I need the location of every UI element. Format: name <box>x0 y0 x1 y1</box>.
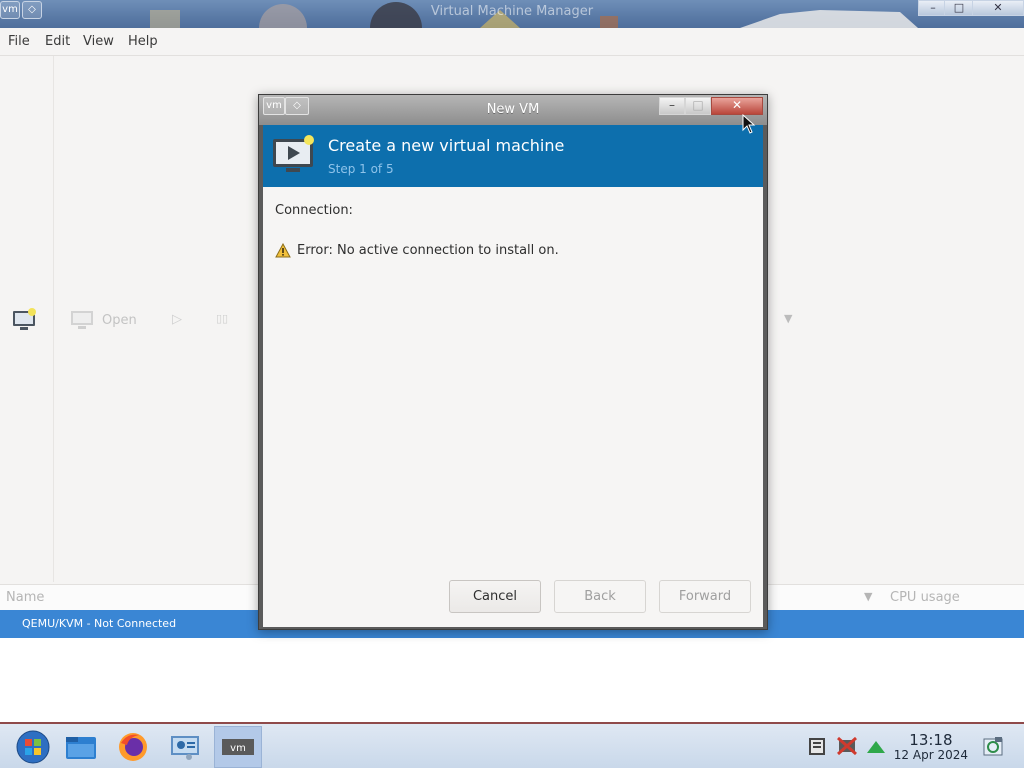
menu-help[interactable]: Help <box>128 34 158 49</box>
virt-manager-taskbar-button[interactable]: vm <box>214 726 262 768</box>
clock-date: 12 Apr 2024 <box>893 748 968 762</box>
run-toolbar-button[interactable]: ▷ <box>172 312 182 327</box>
forward-button[interactable]: Forward <box>659 580 751 613</box>
wizard-banner: Create a new virtual machine Step 1 of 5 <box>263 125 763 187</box>
screenshot-tray-button[interactable] <box>982 736 1004 762</box>
taskbar: vm 13:18 12 Apr 2024 <box>0 722 1024 768</box>
update-arrow-icon <box>867 741 885 753</box>
pause-toolbar-button[interactable]: ▯▯ <box>216 312 228 325</box>
dialog-titlebar[interactable]: vm ◇ New VM – □ ✕ <box>259 95 767 125</box>
open-toolbar-button[interactable]: Open <box>70 310 137 330</box>
network-disconnected-icon <box>837 736 857 756</box>
monitor-icon <box>13 308 36 330</box>
clock-time: 13:18 <box>909 731 953 749</box>
virt-manager-icon: vm <box>222 739 254 755</box>
cancel-button[interactable]: Cancel <box>449 580 541 613</box>
windows-start-icon <box>16 730 50 764</box>
warning-icon <box>275 243 291 258</box>
file-manager-taskbar-button[interactable] <box>58 726 104 768</box>
main-window-titlebar: vm ◇ Virtual Machine Manager – □ ✕ <box>0 0 1024 28</box>
list-empty-area <box>0 638 1024 722</box>
dialog-maximize-button[interactable]: □ <box>685 97 711 115</box>
start-button[interactable] <box>10 726 56 768</box>
close-button[interactable]: ✕ <box>972 0 1024 16</box>
column-name[interactable]: Name <box>6 590 44 605</box>
dialog-body: Create a new virtual machine Step 1 of 5… <box>263 125 763 627</box>
screenshot-icon <box>983 737 1003 756</box>
dialog-close-button[interactable]: ✕ <box>711 97 763 115</box>
mouse-cursor-icon <box>742 114 756 134</box>
clipboard-tray-button[interactable] <box>806 736 828 760</box>
open-label: Open <box>102 312 137 328</box>
console-monitor-icon <box>71 311 93 329</box>
clipboard-icon <box>809 738 825 755</box>
svg-text:vm: vm <box>230 743 246 754</box>
file-manager-icon <box>66 737 96 759</box>
new-vm-dialog: vm ◇ New VM – □ ✕ Create a new virtual m… <box>258 94 768 630</box>
updates-tray-button[interactable] <box>866 740 886 758</box>
menu-file[interactable]: File <box>8 34 30 49</box>
firefox-taskbar-button[interactable] <box>110 726 156 768</box>
network-settings-taskbar-button[interactable] <box>162 726 208 768</box>
network-settings-icon <box>171 736 199 760</box>
new-vm-monitor-icon <box>273 135 314 172</box>
window-title: Virtual Machine Manager <box>430 4 594 19</box>
maximize-button[interactable]: □ <box>944 0 974 16</box>
new-vm-toolbar-button[interactable] <box>12 308 38 336</box>
banner-title: Create a new virtual machine <box>328 136 565 155</box>
menu-edit[interactable]: Edit <box>45 34 70 49</box>
banner-step: Step 1 of 5 <box>328 162 394 176</box>
connection-name: QEMU/KVM - Not Connected <box>22 617 177 630</box>
column-dropdown-arrow[interactable]: ▼ <box>864 590 872 603</box>
network-tray-button[interactable] <box>836 736 858 760</box>
firefox-icon <box>119 733 147 761</box>
shutdown-dropdown-arrow[interactable]: ▼ <box>784 312 792 325</box>
menu-view[interactable]: View <box>83 34 114 49</box>
clock[interactable]: 13:18 12 Apr 2024 <box>894 732 968 762</box>
menubar: File Edit View Help <box>0 28 1024 56</box>
error-text: Error: No active connection to install o… <box>297 243 559 258</box>
error-message: Error: No active connection to install o… <box>275 243 559 258</box>
connection-label: Connection: <box>275 203 353 218</box>
dialog-minimize-button[interactable]: – <box>659 97 685 115</box>
back-button[interactable]: Back <box>554 580 646 613</box>
column-cpu-usage[interactable]: CPU usage <box>890 590 960 605</box>
